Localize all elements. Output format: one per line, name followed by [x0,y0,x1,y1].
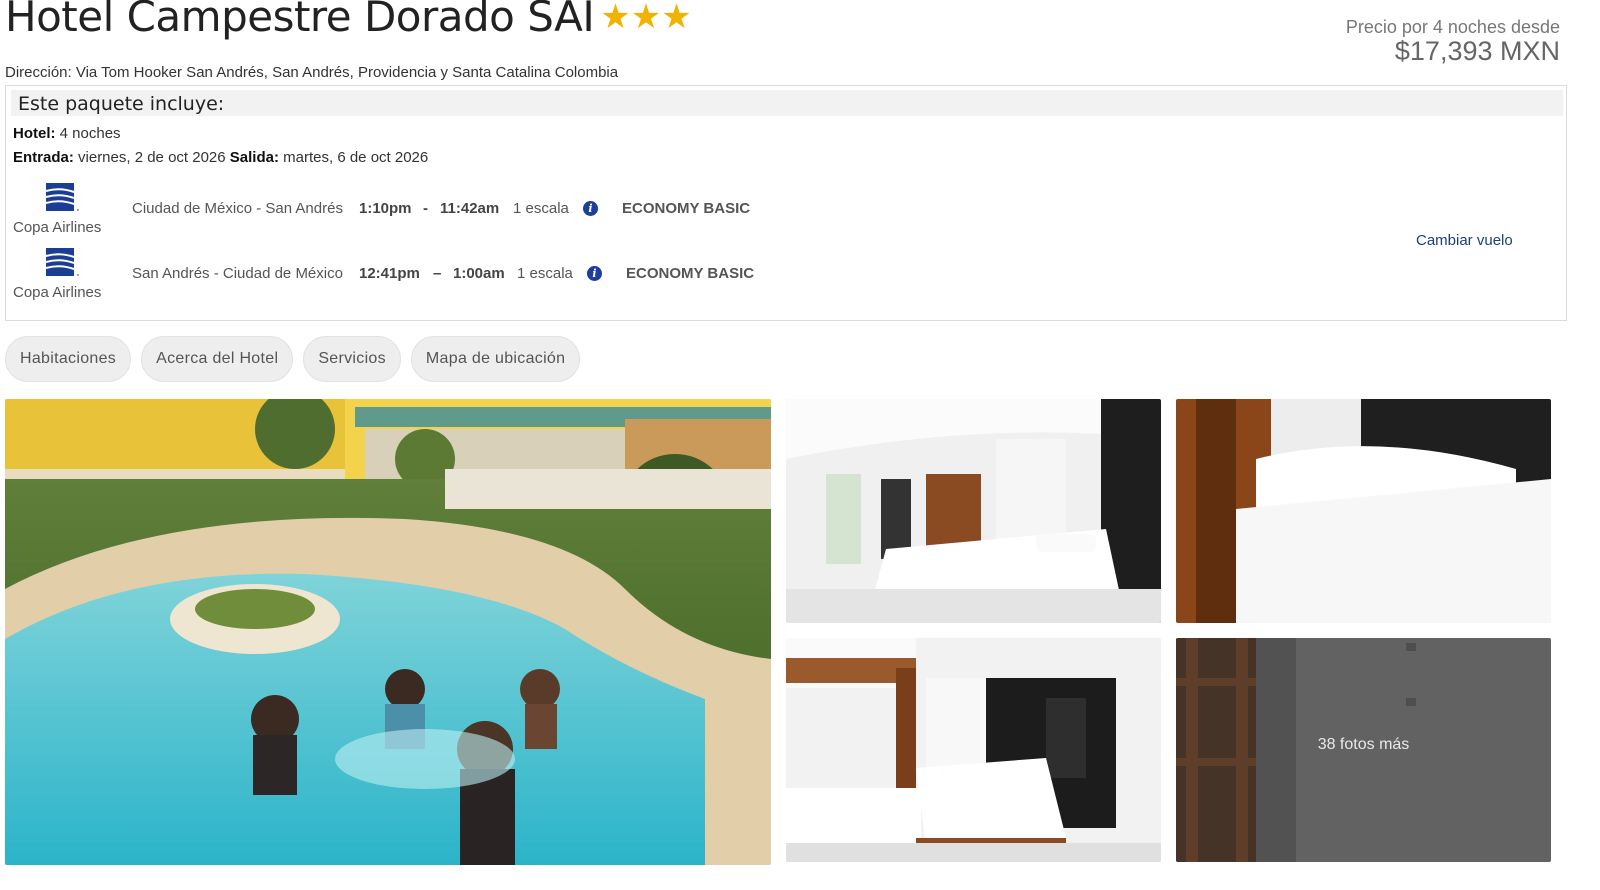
arrival-time: 11:42am [440,200,500,217]
tab-habitaciones[interactable]: Habitaciones [5,336,132,382]
checkout-label: Salida: [229,149,279,166]
price-label: Precio por 4 noches desde [1345,17,1560,37]
arrival-time: 1:00am [453,265,505,282]
flight-stops: 1 escala [517,265,573,282]
flight-row-outbound: Copa Airlines Ciudad de México - San And… [13,179,913,241]
time-separator: - [423,200,428,217]
star-icon: ★ [661,0,692,36]
airline-block: Copa Airlines [13,179,113,236]
tab-mapa-de-ubicacion[interactable]: Mapa de ubicación [410,336,581,382]
info-icon[interactable]: i [587,266,602,281]
hotel-star-rating: ★ ★ ★ [600,0,691,34]
star-icon: ★ [600,0,631,36]
flight-route: Ciudad de México - San Andrés [132,200,343,217]
room-photo-2[interactable] [1176,399,1551,623]
cabin-class: ECONOMY BASIC [622,200,751,217]
checkout-value: martes, 6 de oct 2026 [283,149,429,166]
flight-route: San Andrés - Ciudad de México [132,265,343,282]
hotel-nights-label: Hotel: [13,125,56,142]
checkin-label: Entrada: [13,149,74,166]
hotel-address: Dirección: Via Tom Hooker San Andrés, Sa… [5,64,619,81]
tab-servicios[interactable]: Servicios [303,336,401,382]
bunkbed-photo-image [786,638,1161,862]
cabin-class: ECONOMY BASIC [626,265,755,282]
package-header: Este paquete incluye: [11,90,1563,116]
package-hotel-nights: Hotel: 4 noches [13,125,121,142]
hotel-title-row: Hotel Campestre Dorado SAI ★ ★ ★ [5,0,692,41]
copa-airlines-logo-icon [45,183,79,211]
flight-row-return: Copa Airlines San Andrés - Ciudad de Méx… [13,244,913,306]
time-separator: – [433,265,442,282]
departure-time: 12:41pm [359,265,420,282]
airline-name: Copa Airlines [13,284,102,301]
room-photo-1[interactable] [786,399,1161,623]
airline-name: Copa Airlines [13,219,102,236]
checkin-value: viernes, 2 de oct 2026 [78,149,226,166]
price-box: Precio por 4 noches desde $17,393 MXN [1346,17,1560,67]
bedroom-photo-image [786,399,1161,623]
departure-time: 1:10pm [359,200,412,217]
room-photo-3[interactable] [786,638,1161,862]
more-photos-label: 38 fotos más [1317,736,1410,753]
change-flight-link[interactable]: Cambiar vuelo [1416,232,1513,249]
pool-photo-image [5,399,771,865]
star-icon: ★ [630,0,662,36]
hotel-tabs: Habitaciones Acerca del Hotel Servicios … [5,336,590,382]
flight-stops: 1 escala [513,200,569,217]
main-photo-pool[interactable] [5,399,771,865]
hotel-nights-value: 4 noches [59,125,121,142]
price-value: $17,393 MXN [1394,36,1560,66]
pillow-photo-image [1176,399,1551,623]
airline-block: Copa Airlines [13,244,113,301]
package-title: Este paquete incluye: [18,93,225,115]
package-dates: Entrada: viernes, 2 de oct 2026 Salida: … [13,149,428,166]
copa-airlines-logo-icon [45,248,79,276]
tab-acerca-del-hotel[interactable]: Acerca del Hotel [141,336,294,382]
hotel-name: Hotel Campestre Dorado SAI [5,0,595,41]
more-photos-tile[interactable]: 38 fotos más [1176,638,1551,862]
package-summary: Este paquete incluye: Hotel: 4 noches En… [5,85,1567,321]
info-icon[interactable]: i [583,201,598,216]
